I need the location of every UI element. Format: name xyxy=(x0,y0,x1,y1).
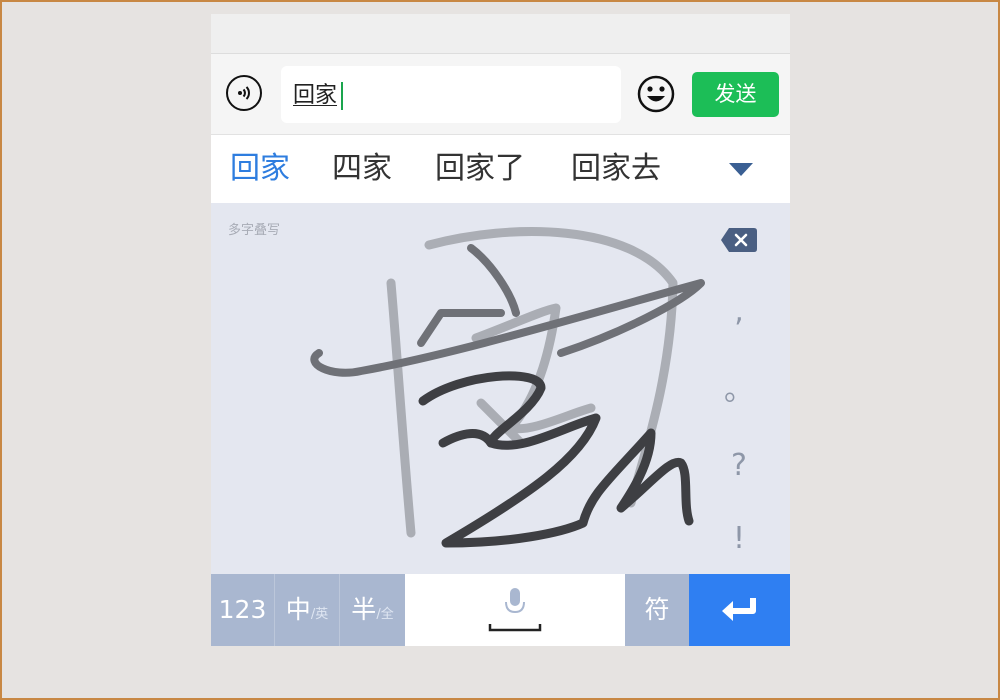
width-key-main: 半 xyxy=(351,595,377,624)
candidate-item[interactable]: 四家 xyxy=(332,151,392,187)
punct-key-exclaim[interactable]: ! xyxy=(717,521,761,557)
candidate-item[interactable]: 回家了 xyxy=(435,151,525,187)
handwriting-pad[interactable]: 多字叠写 , 。 ? ! xyxy=(211,203,790,574)
return-arrow-icon xyxy=(722,598,756,621)
handwriting-strokes xyxy=(310,227,705,548)
language-key-sub: /英 xyxy=(310,607,329,622)
candidate-item[interactable]: 回家去 xyxy=(571,151,661,187)
numeric-key-label: 123 xyxy=(218,595,267,624)
symbols-key-label: 符 xyxy=(644,595,670,624)
language-key-main: 中 xyxy=(285,595,311,624)
message-input-text: 回家 xyxy=(293,83,338,108)
voice-input-button[interactable] xyxy=(226,75,262,111)
top-strip xyxy=(211,14,790,53)
microphone-icon xyxy=(488,588,542,632)
smiley-icon xyxy=(637,75,675,113)
dark-stroke-layer xyxy=(418,371,694,548)
emoji-button[interactable] xyxy=(637,75,675,113)
width-switch-key[interactable]: 半/全 xyxy=(340,574,405,646)
width-key-sub: /全 xyxy=(376,607,394,622)
handwriting-mode-label: 多字叠写 xyxy=(228,223,281,238)
punct-key-question[interactable]: ? xyxy=(717,448,761,484)
candidate-item[interactable]: 回家 xyxy=(230,151,290,187)
medium-stroke-layer xyxy=(310,244,705,377)
chevron-down-icon[interactable] xyxy=(729,163,753,176)
keyboard-bottom-row: 123 中/英 半/全 符 xyxy=(211,574,790,646)
numeric-key[interactable]: 123 xyxy=(211,574,275,646)
space-key[interactable] xyxy=(405,574,625,646)
send-button[interactable]: 发送 xyxy=(692,72,779,117)
delete-key[interactable] xyxy=(720,226,758,254)
voice-input-icon xyxy=(238,86,250,100)
punct-key-period[interactable]: 。 xyxy=(717,373,761,409)
chat-input-bar: 回家 发送 xyxy=(211,53,790,134)
text-caret xyxy=(341,82,343,110)
message-input[interactable]: 回家 xyxy=(281,66,621,123)
language-switch-key[interactable]: 中/英 xyxy=(275,574,340,646)
symbols-key[interactable]: 符 xyxy=(625,574,689,646)
punct-key-comma[interactable]: , xyxy=(717,294,761,330)
phone-screen: 回家 发送 回家 四家 回家了 回家去 多字叠写 , 。 ? ! 123 中/英… xyxy=(211,14,790,646)
backspace-icon xyxy=(721,228,757,252)
candidate-bar: 回家 四家 回家了 回家去 xyxy=(211,134,790,203)
enter-key[interactable] xyxy=(689,574,790,646)
